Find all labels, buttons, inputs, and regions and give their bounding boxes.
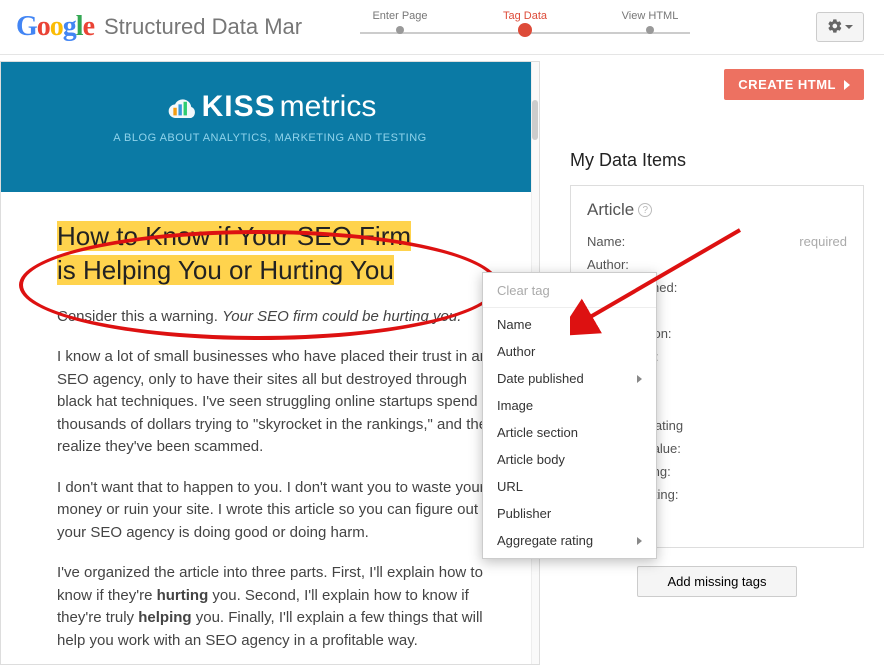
- menu-author[interactable]: Author: [483, 338, 656, 365]
- article-paragraph[interactable]: I know a lot of small businesses who hav…: [57, 346, 497, 459]
- step-view-html[interactable]: View HTML: [600, 10, 700, 37]
- menu-url[interactable]: URL: [483, 473, 656, 500]
- article-paragraph[interactable]: Consider this a warning. Your SEO firm c…: [57, 306, 497, 329]
- site-logo: KISSmetrics: [164, 90, 377, 124]
- field-name[interactable]: Name:required: [587, 230, 847, 253]
- chevron-right-icon: [844, 80, 850, 90]
- progress-steps: Enter Page Tag Data View HTML: [350, 10, 700, 37]
- article-headline[interactable]: How to Know if Your SEO Firm is Helping …: [57, 220, 497, 288]
- submenu-arrow-icon: [637, 537, 642, 545]
- article-paragraph[interactable]: I don't want that to happen to you. I do…: [57, 477, 497, 545]
- create-html-button[interactable]: CREATE HTML: [724, 69, 864, 100]
- chevron-down-icon: [845, 25, 853, 29]
- sidebar-heading: My Data Items: [570, 100, 864, 171]
- menu-publisher[interactable]: Publisher: [483, 500, 656, 527]
- article-paragraph[interactable]: I've organized the article into three pa…: [57, 562, 497, 652]
- menu-article-section[interactable]: Article section: [483, 419, 656, 446]
- top-bar: Google Structured Data Mar Enter Page Ta…: [0, 0, 884, 55]
- tag-context-menu: Clear tag Name Author Date published Ima…: [482, 272, 657, 559]
- menu-date-published[interactable]: Date published: [483, 365, 656, 392]
- page-preview[interactable]: KISSmetrics A BLOG ABOUT ANALYTICS, MARK…: [0, 61, 540, 665]
- help-icon[interactable]: ?: [638, 203, 652, 217]
- site-tagline: A BLOG ABOUT ANALYTICS, MARKETING AND TE…: [1, 132, 539, 144]
- tool-title: Structured Data Mar: [104, 14, 302, 40]
- menu-article-body[interactable]: Article body: [483, 446, 656, 473]
- submenu-arrow-icon: [637, 375, 642, 383]
- data-type-label: Article ?: [587, 200, 847, 220]
- menu-image[interactable]: Image: [483, 392, 656, 419]
- step-enter-page[interactable]: Enter Page: [350, 10, 450, 37]
- menu-clear-tag: Clear tag: [483, 277, 656, 304]
- add-missing-tags-button[interactable]: Add missing tags: [637, 566, 797, 597]
- article-content[interactable]: How to Know if Your SEO Firm is Helping …: [1, 192, 539, 652]
- site-header: KISSmetrics A BLOG ABOUT ANALYTICS, MARK…: [1, 62, 539, 192]
- settings-button[interactable]: [816, 12, 864, 42]
- gear-icon: [827, 18, 843, 37]
- step-tag-data[interactable]: Tag Data: [475, 10, 575, 37]
- cloud-chart-icon: [164, 94, 198, 120]
- menu-aggregate-rating[interactable]: Aggregate rating: [483, 527, 656, 554]
- google-logo: Google: [16, 11, 94, 43]
- scrollbar-thumb[interactable]: [532, 100, 538, 140]
- menu-name[interactable]: Name: [483, 311, 656, 338]
